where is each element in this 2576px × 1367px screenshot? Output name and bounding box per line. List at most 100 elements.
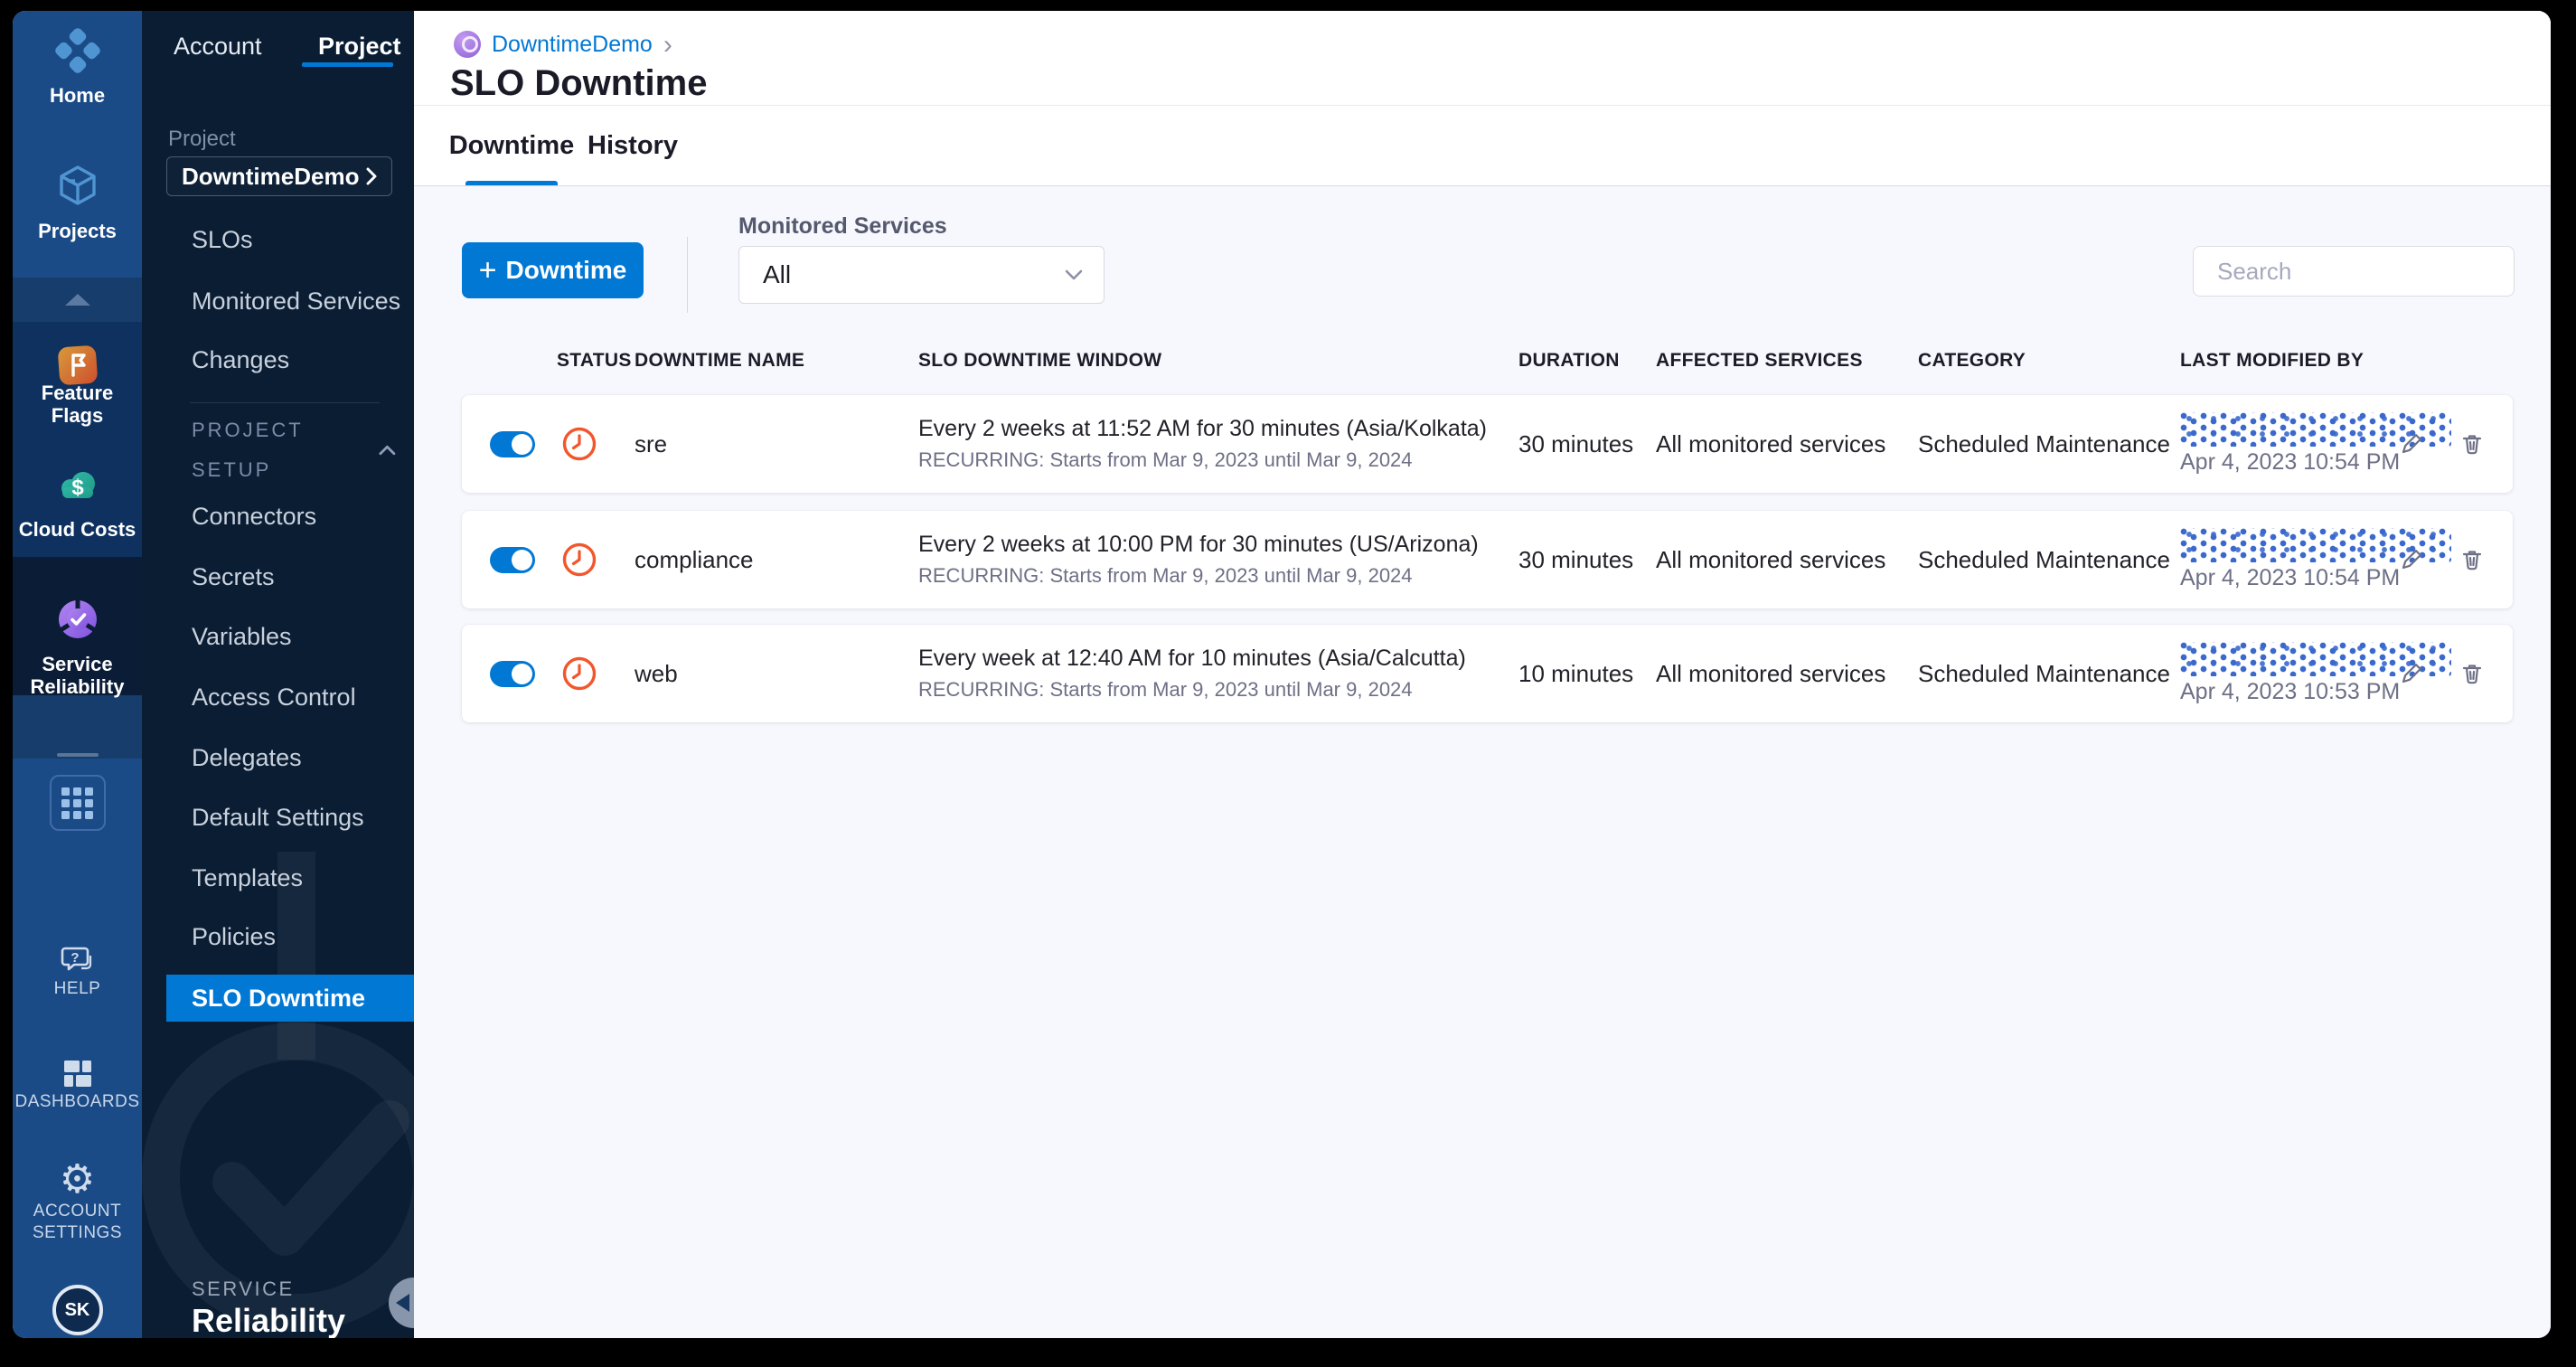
sidebar-item-monitored-services[interactable]: Monitored Services [166, 281, 414, 321]
downtime-recurrence: RECURRING: Starts from Mar 9, 2023 until… [918, 564, 1413, 587]
rail-item-projects[interactable]: Projects [13, 220, 142, 242]
rail-item-account-settings[interactable]: ACCOUNT SETTINGS [13, 1201, 142, 1244]
dropdown-value: All [763, 260, 792, 288]
dashboards-icon[interactable] [13, 1058, 142, 1090]
sidebar-item-policies[interactable]: Policies [166, 917, 414, 957]
affected-services: All monitored services [1656, 659, 1886, 687]
project-sidebar: Account Project Project DowntimeDemo SLO… [142, 11, 414, 1338]
sidebar-item-variables[interactable]: Variables [166, 617, 414, 656]
gear-icon[interactable]: ⚙ [13, 1160, 142, 1200]
sidebar-item-connectors[interactable]: Connectors [166, 496, 414, 536]
sidebar-footer-module-name: Reliability [192, 1302, 346, 1338]
service-reliability-icon[interactable] [13, 597, 142, 642]
col-duration: DURATION [1518, 350, 1620, 371]
affected-services: All monitored services [1656, 429, 1886, 457]
rail-item-service-reliability[interactable]: Service Reliability [13, 653, 142, 698]
sidebar-collapse-button[interactable] [389, 1277, 414, 1328]
sidebar-tab-account[interactable]: Account [174, 33, 262, 61]
table-row[interactable]: sre Every 2 weeks at 11:52 AM for 30 min… [462, 395, 2513, 493]
projects-icon[interactable] [13, 163, 142, 208]
downtime-recurrence: RECURRING: Starts from Mar 9, 2023 until… [918, 448, 1413, 471]
edit-icon[interactable] [2396, 544, 2427, 575]
monitored-services-dropdown[interactable]: All [738, 246, 1105, 304]
category: Scheduled Maintenance [1918, 545, 2170, 573]
col-last-modified: LAST MODIFIED BY [2180, 350, 2364, 371]
table-row[interactable]: compliance Every 2 weeks at 10:00 PM for… [462, 511, 2513, 608]
duration: 30 minutes [1518, 545, 1634, 573]
svg-text:?: ? [71, 950, 79, 966]
status-toggle[interactable] [490, 546, 535, 573]
downtime-window: Every week at 12:40 AM for 10 minutes (A… [918, 646, 1466, 671]
help-icon[interactable]: ? [13, 944, 142, 978]
new-downtime-button[interactable]: + Downtime [462, 242, 644, 298]
tab-downtime[interactable]: Downtime [449, 106, 575, 185]
page-tabs: Downtime History [414, 106, 2551, 185]
table-row[interactable]: web Every week at 12:40 AM for 10 minute… [462, 625, 2513, 722]
home-icon[interactable] [13, 27, 142, 74]
sidebar-tab-project[interactable]: Project [318, 33, 401, 61]
recurring-clock-icon [562, 656, 597, 691]
project-selector-value: DowntimeDemo [182, 162, 360, 190]
delete-icon[interactable] [2457, 658, 2487, 689]
user-avatar[interactable]: SK [13, 1285, 142, 1335]
sidebar-footer-eyebrow: SERVICE [192, 1277, 295, 1300]
downtime-name: sre [635, 429, 668, 457]
svg-text:$: $ [71, 476, 84, 500]
tab-history[interactable]: History [588, 106, 678, 185]
breadcrumb-project-link[interactable]: DowntimeDemo [492, 32, 653, 58]
duration: 30 minutes [1518, 429, 1634, 457]
category: Scheduled Maintenance [1918, 429, 2170, 457]
plus-icon: + [478, 253, 497, 288]
sidebar-item-slos[interactable]: SLOs [166, 220, 414, 259]
category: Scheduled Maintenance [1918, 659, 2170, 687]
col-affected-services: AFFECTED SERVICES [1656, 350, 1863, 371]
status-toggle[interactable] [490, 660, 535, 687]
cloud-costs-icon[interactable]: $ [13, 464, 142, 509]
project-label: Project [168, 127, 236, 151]
sidebar-item-default-settings[interactable]: Default Settings [166, 797, 414, 837]
downtime-name: web [635, 659, 678, 687]
breadcrumb-chevron-icon: › [663, 29, 672, 60]
sidebar-tab-underline [302, 62, 393, 67]
sidebar-item-templates[interactable]: Templates [166, 858, 414, 898]
rail-item-home[interactable]: Home [13, 84, 142, 107]
scroll-up-icon[interactable] [13, 294, 142, 306]
downtime-window: Every 2 weeks at 11:52 AM for 30 minutes… [918, 416, 1487, 441]
col-status: STATUS [557, 350, 632, 371]
breadcrumb: DowntimeDemo › [454, 31, 672, 58]
search-input[interactable] [2217, 257, 2520, 286]
project-selector[interactable]: DowntimeDemo [166, 156, 392, 196]
downtime-name: compliance [635, 545, 754, 573]
recurring-clock-icon [562, 427, 597, 461]
search-box [2193, 246, 2520, 297]
rail-item-help[interactable]: HELP [13, 978, 142, 1000]
rail-divider [13, 753, 142, 757]
sidebar-item-secrets[interactable]: Secrets [166, 557, 414, 597]
sidebar-item-changes[interactable]: Changes [166, 340, 414, 380]
table-header: STATUS DOWNTIME NAME SLO DOWNTIME WINDOW… [462, 345, 2513, 376]
status-toggle[interactable] [490, 430, 535, 457]
rail-item-cloud-costs[interactable]: Cloud Costs [13, 518, 142, 541]
downtime-recurrence: RECURRING: Starts from Mar 9, 2023 until… [918, 678, 1413, 701]
rail-item-dashboards[interactable]: DASHBOARDS [13, 1091, 142, 1113]
sidebar-item-delegates[interactable]: Delegates [166, 738, 414, 778]
chevron-down-icon [1065, 269, 1083, 280]
module-rail: Home Projects Feature Flags $ Cloud Cost… [13, 11, 142, 1338]
edit-icon[interactable] [2396, 429, 2427, 459]
duration: 10 minutes [1518, 659, 1634, 687]
sidebar-item-slo-downtime[interactable]: SLO Downtime [166, 975, 414, 1022]
module-grid-icon[interactable] [13, 775, 142, 831]
edit-icon[interactable] [2396, 658, 2427, 689]
chevron-right-icon [366, 167, 377, 185]
downtime-window: Every 2 weeks at 10:00 PM for 30 minutes… [918, 532, 1479, 557]
main-area: DowntimeDemo › SLO Downtime Downtime His… [414, 11, 2551, 1338]
rail-item-feature-flags[interactable]: Feature Flags [13, 382, 142, 427]
project-setup-header[interactable]: PROJECT SETUP [192, 419, 396, 481]
sidebar-item-access-control[interactable]: Access Control [166, 677, 414, 717]
delete-icon[interactable] [2457, 544, 2487, 575]
delete-icon[interactable] [2457, 429, 2487, 459]
active-tab-underline [465, 181, 558, 185]
chevron-up-icon [379, 445, 396, 456]
app-window: Home Projects Feature Flags $ Cloud Cost… [13, 11, 2551, 1338]
page-header: DowntimeDemo › SLO Downtime Downtime His… [414, 11, 2551, 186]
